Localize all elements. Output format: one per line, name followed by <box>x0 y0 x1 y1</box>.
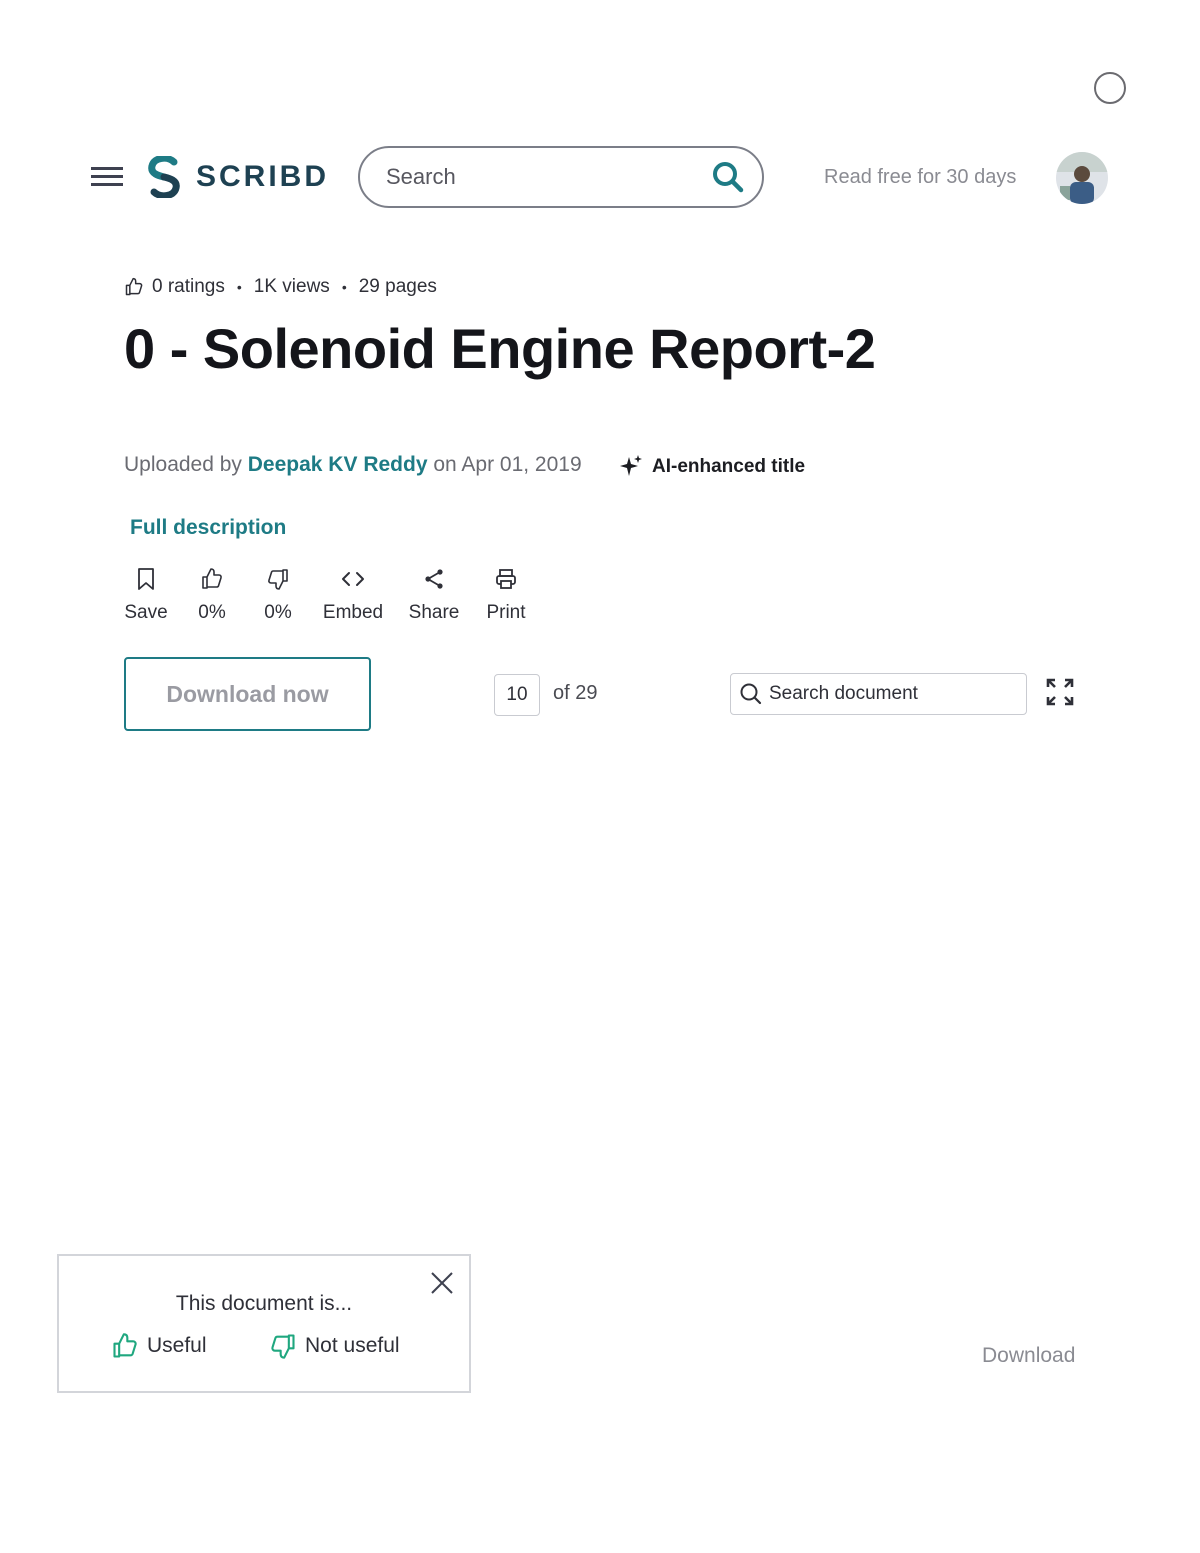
dislike-button[interactable]: 0% <box>256 566 300 624</box>
thumbs-down-icon <box>268 569 288 590</box>
document-title: 0 - Solenoid Engine Report-2 <box>124 317 876 380</box>
code-icon <box>342 572 364 586</box>
fullscreen-icon[interactable] <box>1046 678 1074 706</box>
feedback-popup: This document is... Useful Not useful <box>57 1254 471 1393</box>
search-icon[interactable] <box>712 161 744 193</box>
logo-text: SCRIBD <box>196 160 330 193</box>
download-now-button[interactable]: Download now <box>124 657 371 731</box>
print-button[interactable]: Print <box>482 566 530 624</box>
like-button[interactable]: 0% <box>190 566 234 624</box>
feedback-title: This document is... <box>175 1292 353 1315</box>
ratings-count: 0 ratings <box>152 276 225 297</box>
save-button[interactable]: Save <box>124 566 168 624</box>
uploaded-prefix: Uploaded by <box>124 453 242 476</box>
page-total: of 29 <box>553 682 598 704</box>
useful-label: Useful <box>147 1334 207 1357</box>
ai-enhanced-label: AI-enhanced title <box>652 456 806 477</box>
embed-button[interactable]: Embed <box>322 566 384 624</box>
thumbs-up-icon <box>202 568 222 589</box>
embed-label: Embed <box>322 602 384 623</box>
scribd-logo[interactable]: SCRIBD <box>146 156 329 198</box>
printer-icon <box>496 569 516 589</box>
uploaded-date: on Apr 01, 2019 <box>433 453 582 476</box>
like-percent: 0% <box>198 602 226 623</box>
status-circle-icon <box>1094 72 1126 104</box>
sparkle-icon <box>620 455 642 476</box>
bookmark-icon <box>138 568 154 590</box>
dislike-percent: 0% <box>264 602 292 623</box>
uploaded-by: Uploaded by Deepak KV Reddy on Apr 01, 2… <box>124 453 582 477</box>
save-label: Save <box>124 602 168 623</box>
thumbs-up-icon <box>125 277 143 296</box>
share-label: Share <box>408 602 460 623</box>
not-useful-label: Not useful <box>305 1334 400 1357</box>
not-useful-button[interactable]: Not useful <box>269 1332 400 1360</box>
share-button[interactable]: Share <box>406 566 462 624</box>
search-icon <box>740 683 762 705</box>
thumbs-down-icon <box>271 1334 295 1359</box>
search-input[interactable] <box>384 163 712 191</box>
page-number-input[interactable] <box>494 674 540 716</box>
author-link[interactable]: Deepak KV Reddy <box>248 453 428 476</box>
pages-count: 29 pages <box>358 276 437 297</box>
ai-enhanced-badge: AI-enhanced title <box>618 454 805 480</box>
separator-dot: • <box>236 279 242 295</box>
download-link[interactable]: Download <box>982 1344 1075 1368</box>
useful-button[interactable]: Useful <box>111 1332 207 1360</box>
separator-dot: • <box>341 279 347 295</box>
document-search-input[interactable] <box>767 682 1018 706</box>
print-label: Print <box>486 602 526 623</box>
document-meta: 0 ratings • 1K views • 29 pages <box>124 276 437 298</box>
share-icon <box>425 569 443 589</box>
full-description-link[interactable]: Full description <box>130 516 286 540</box>
views-count: 1K views <box>253 276 330 297</box>
user-avatar[interactable] <box>1056 152 1108 204</box>
thumbs-up-icon <box>113 1333 137 1358</box>
document-actions: Save 0% 0% Embed Share Print <box>124 566 530 624</box>
site-search[interactable] <box>358 146 764 208</box>
hamburger-menu-icon[interactable] <box>91 167 123 189</box>
read-free-link[interactable]: Read free for 30 days <box>824 166 1016 189</box>
scribd-logo-icon <box>148 156 180 198</box>
document-search[interactable] <box>730 673 1027 715</box>
